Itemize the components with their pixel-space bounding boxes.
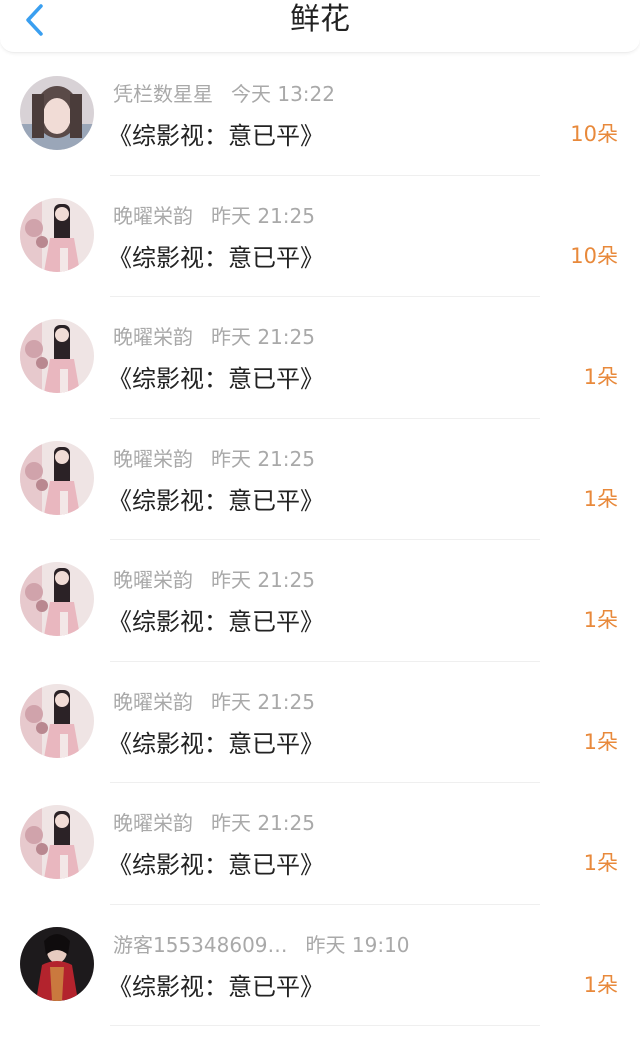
top-bar: 鲜花 xyxy=(0,0,640,53)
user-name: 晚曜栄韵 xyxy=(113,203,193,228)
flower-count: 1朵 xyxy=(583,365,618,389)
flower-count: 1朵 xyxy=(583,486,618,511)
user-name: 晚曜栄韵 xyxy=(113,446,193,471)
user-name: 晚曜栄韵 xyxy=(113,325,193,349)
list-item[interactable]: 晚曜栄韵 昨天 21:25 《综影视：意已平》 1朵 xyxy=(0,419,640,540)
flower-count: 10朵 xyxy=(570,122,618,146)
timestamp: 昨天 19:10 xyxy=(305,932,410,957)
item-meta: 晚曜栄韵 昨天 21:25 xyxy=(113,200,315,229)
book-title: 《综影视：意已平》 xyxy=(108,972,324,1001)
timestamp: 今天 13:22 xyxy=(231,82,335,106)
timestamp: 昨天 21:25 xyxy=(211,446,315,471)
list-item[interactable]: 晚曜栄韵 昨天 21:25 《综影视：意已平》 1朵 xyxy=(0,540,640,662)
timestamp: 昨天 21:25 xyxy=(211,568,315,592)
page-title: 鲜花 xyxy=(290,2,350,37)
item-meta: 晚曜栄韵 昨天 21:25 xyxy=(113,321,315,350)
flower-count: 1朵 xyxy=(583,972,618,997)
user-name: 晚曜栄韵 xyxy=(113,568,193,592)
timestamp: 昨天 21:25 xyxy=(211,811,315,835)
list-item[interactable]: 晚曜栄韵 昨天 21:25 《综影视：意已平》 1朵 xyxy=(0,297,640,419)
timestamp: 昨天 21:25 xyxy=(211,325,315,349)
user-name: 游客155348609… xyxy=(113,932,288,957)
avatar-girl-pink-icon[interactable] xyxy=(20,562,94,636)
item-meta: 晚曜栄韵 昨天 21:25 xyxy=(113,807,315,836)
book-title: 《综影视：意已平》 xyxy=(108,365,324,393)
flower-count: 10朵 xyxy=(570,243,618,268)
list-item[interactable]: 晚曜栄韵 昨天 21:25 《综影视：意已平》 10朵 xyxy=(0,176,640,297)
item-meta: 游客155348609… 昨天 19:10 xyxy=(113,929,410,958)
user-name: 晚曜栄韵 xyxy=(113,811,193,835)
list-item[interactable]: 晚曜栄韵 昨天 21:25 《综影视：意已平》 1朵 xyxy=(0,662,640,783)
timestamp: 昨天 21:25 xyxy=(211,689,315,714)
avatar-girl-pink-icon[interactable] xyxy=(20,440,94,515)
user-name: 晚曜栄韵 xyxy=(113,689,193,714)
avatar-girl-light-icon[interactable] xyxy=(20,76,94,150)
user-name: 凭栏数星星 xyxy=(113,82,213,106)
divider xyxy=(110,1025,540,1026)
book-title: 《综影视：意已平》 xyxy=(108,729,324,758)
item-meta: 晚曜栄韵 昨天 21:25 xyxy=(113,443,315,472)
book-title: 《综影视：意已平》 xyxy=(108,851,324,879)
flower-count: 1朵 xyxy=(583,729,618,754)
book-title: 《综影视：意已平》 xyxy=(108,122,324,150)
flower-count: 1朵 xyxy=(583,851,618,875)
avatar-girl-pink-icon[interactable] xyxy=(20,197,94,272)
book-title: 《综影视：意已平》 xyxy=(108,486,324,515)
list-item[interactable]: 凭栏数星星 今天 13:22 《综影视：意已平》 10朵 xyxy=(0,54,640,176)
avatar-girl-pink-icon[interactable] xyxy=(20,683,94,758)
item-meta: 晚曜栄韵 昨天 21:25 xyxy=(113,564,315,593)
book-title: 《综影视：意已平》 xyxy=(108,243,324,272)
avatar-girl-pink-icon[interactable] xyxy=(20,319,94,393)
avatar-girl-dark-icon[interactable] xyxy=(20,926,94,1001)
book-title: 《综影视：意已平》 xyxy=(108,608,324,636)
flower-count: 1朵 xyxy=(583,608,618,632)
flower-record-list: 凭栏数星星 今天 13:22 《综影视：意已平》 10朵 晚曜栄韵 昨天 21:25… xyxy=(0,54,640,1026)
avatar-girl-pink-icon[interactable] xyxy=(20,805,94,879)
list-item[interactable]: 游客155348609… 昨天 19:10 《综影视：意已平》 1朵 xyxy=(0,905,640,1026)
item-meta: 凭栏数星星 今天 13:22 xyxy=(113,78,335,107)
item-meta: 晚曜栄韵 昨天 21:25 xyxy=(113,686,315,715)
timestamp: 昨天 21:25 xyxy=(211,203,315,228)
list-item[interactable]: 晚曜栄韵 昨天 21:25 《综影视：意已平》 1朵 xyxy=(0,783,640,905)
